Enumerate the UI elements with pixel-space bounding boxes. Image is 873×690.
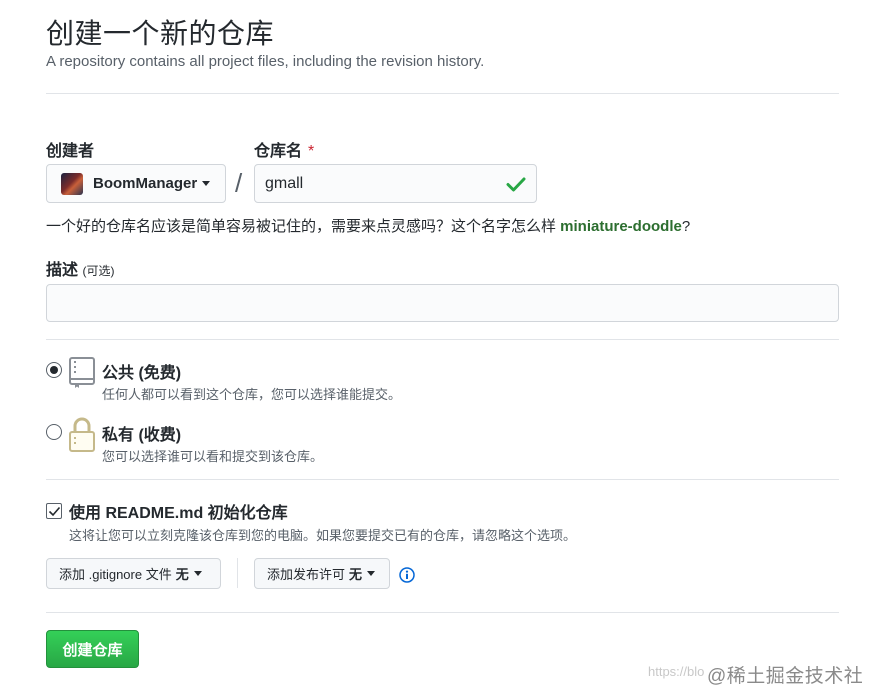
divider (46, 479, 839, 480)
description-input[interactable] (46, 284, 839, 322)
private-title: 私有 (收费) (102, 427, 182, 444)
name-hint-suffix: ? (681, 218, 691, 235)
license-value: 无 (349, 567, 363, 582)
public-radio[interactable] (46, 362, 62, 378)
license-select[interactable]: 添加发布许可 无 (254, 558, 390, 589)
check-icon (48, 506, 61, 517)
caret-down-icon (193, 571, 202, 576)
vertical-divider (237, 558, 238, 588)
gitignore-value: 无 (175, 567, 189, 582)
description-optional: (可选) (82, 264, 115, 278)
readme-desc: 这将让您可以立刻克隆该仓库到您的电脑。如果您要提交已有的仓库，请忽略这个选项。 (69, 528, 577, 543)
gitignore-label: 添加 .gitignore 文件 (59, 567, 172, 582)
description-label-text: 描述 (46, 262, 79, 279)
name-suggestion-link[interactable]: miniature-doodle (560, 218, 682, 235)
watermark-url: https://blo (648, 664, 705, 679)
name-hint-text: 一个好的仓库名应该是简单容易被记住的，需要来点灵感吗？这个名字怎么样 (46, 218, 561, 235)
required-mark: * (308, 143, 315, 160)
watermark: @稀土掘金技术社区 (707, 666, 864, 687)
gitignore-select[interactable]: 添加 .gitignore 文件 无 (46, 558, 221, 589)
repo-name-label: 仓库名 * (254, 137, 314, 161)
avatar (61, 172, 83, 195)
description-label: 描述 (可选) (46, 256, 114, 280)
divider (46, 612, 839, 613)
public-title: 公共 (免费) (102, 365, 182, 382)
check-icon (506, 177, 526, 192)
create-repo-button[interactable]: 创建仓库 (46, 630, 139, 668)
caret-down-icon (202, 181, 211, 186)
owner-repo-separator: / (235, 168, 243, 198)
owner-name: BoomManager (93, 175, 198, 192)
divider (46, 339, 839, 340)
repo-name-input[interactable]: gmall (254, 164, 537, 203)
repo-name-label-text: 仓库名 (254, 143, 303, 160)
page-title: 创建一个新的仓库 (46, 18, 275, 49)
public-desc: 任何人都可以看到这个仓库，您可以选择谁能提交。 (102, 387, 402, 402)
repo-name-value: gmall (265, 174, 304, 192)
license-label: 添加发布许可 (267, 567, 346, 582)
page-subtitle: A repository contains all project files,… (46, 53, 485, 70)
divider (46, 93, 839, 94)
readme-label: 使用 README.md 初始化仓库 (69, 505, 288, 522)
caret-down-icon (367, 571, 376, 576)
info-icon[interactable] (399, 567, 415, 583)
private-desc: 您可以选择谁可以看和提交到该仓库。 (102, 449, 324, 464)
owner-select[interactable]: BoomManager (46, 164, 226, 203)
repo-book-icon (69, 357, 95, 388)
private-radio[interactable] (46, 424, 62, 440)
name-hint: 一个好的仓库名应该是简单容易被记住的，需要来点灵感吗？这个名字怎么样 minia… (46, 215, 690, 236)
readme-checkbox[interactable] (46, 503, 62, 519)
owner-label: 创建者 (46, 143, 95, 160)
lock-icon (69, 417, 95, 452)
